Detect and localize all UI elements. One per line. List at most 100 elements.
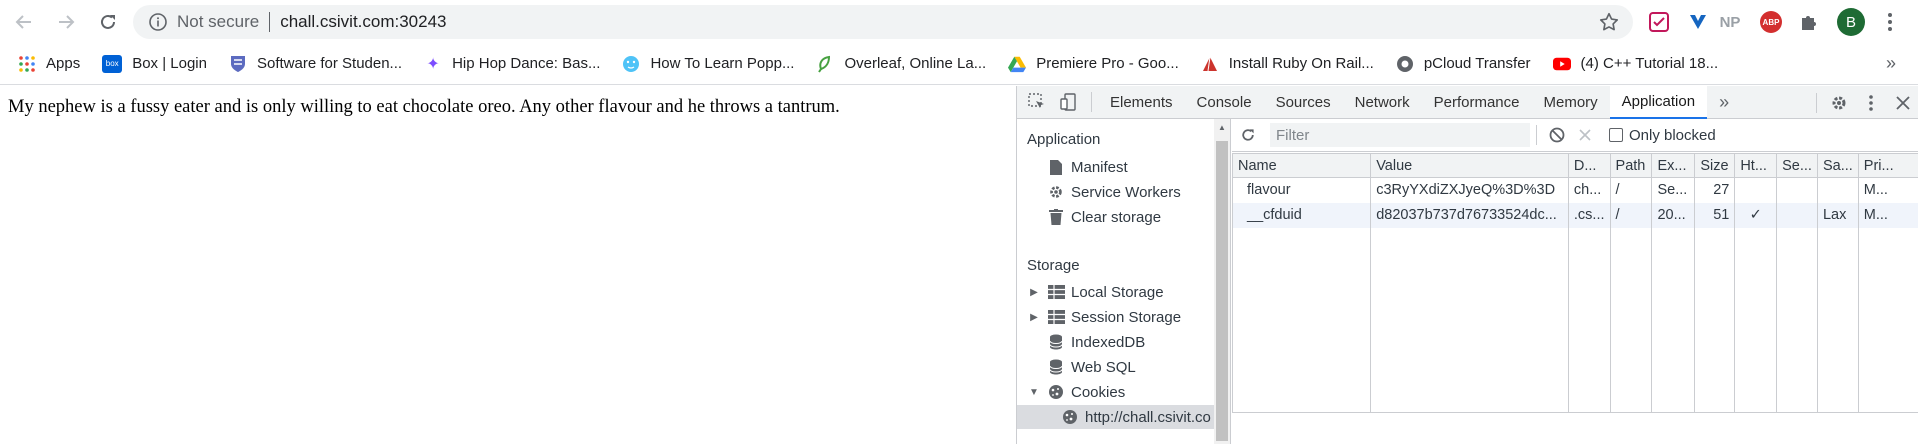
caret-down-icon[interactable]: ▼	[1027, 387, 1041, 398]
cookie-secure[interactable]	[1776, 177, 1818, 203]
address-bar[interactable]: Not secure chall.csivit.com:30243	[133, 5, 1633, 39]
bookmark-apps[interactable]: Apps	[0, 49, 90, 79]
cookie-secure[interactable]	[1776, 202, 1818, 228]
sidebar-item-service-workers[interactable]: Service Workers	[1017, 180, 1215, 204]
bookmark-hiphop[interactable]: ✦ Hip Hop Dance: Bas...	[412, 49, 610, 79]
tab-divider	[1091, 92, 1092, 112]
bookmark-label: Software for Studen...	[256, 55, 403, 72]
page-viewport: My nephew is a fussy eater and is only w…	[0, 86, 1016, 444]
sidebar-item-label: Cookies	[1071, 383, 1126, 401]
sidebar-item-cookies[interactable]: ▼ Cookies	[1017, 380, 1215, 404]
inspect-element-button[interactable]	[1021, 86, 1053, 119]
column-header-value[interactable]: Value	[1370, 153, 1569, 178]
reload-button[interactable]	[88, 2, 128, 42]
bookmark-box[interactable]: box Box | Login	[90, 49, 217, 79]
bookmark-ruby[interactable]: Install Ruby On Rail...	[1189, 49, 1384, 79]
cookie-value[interactable]: d82037b737d76733524dc...	[1370, 202, 1569, 228]
extension-todo-button[interactable]	[1644, 7, 1674, 37]
cookie-priority[interactable]: M...	[1857, 177, 1918, 203]
forward-button[interactable]	[46, 2, 86, 42]
table-row[interactable]: flavour c3RyYXdiZXJyeQ%3D%3D ch... / Se.…	[1231, 177, 1918, 203]
scroll-up-arrow-icon[interactable]: ▲	[1218, 123, 1226, 132]
tab-performance[interactable]: Performance	[1422, 86, 1532, 119]
back-button[interactable]	[4, 2, 44, 42]
cookie-httponly[interactable]: ✓	[1734, 202, 1778, 228]
clear-all-cookies-button[interactable]	[1543, 121, 1571, 149]
bookmarks-overflow-chevron-icon[interactable]: »	[1886, 53, 1896, 74]
device-toolbar-button[interactable]	[1053, 86, 1085, 119]
url-text[interactable]: chall.csivit.com:30243	[280, 12, 446, 32]
cookies-header-row: Name Value D... Path Ex... Size Ht... Se…	[1231, 153, 1918, 178]
info-icon[interactable]	[147, 11, 169, 33]
cookie-domain[interactable]: ch...	[1567, 177, 1611, 203]
settings-button[interactable]	[1823, 86, 1855, 119]
cookie-samesite[interactable]	[1816, 177, 1859, 203]
cookie-name[interactable]: flavour	[1231, 177, 1372, 203]
sidebar-item-indexeddb[interactable]: IndexedDB	[1017, 330, 1215, 354]
table-row[interactable]: __cfduid d82037b737d76733524dc... .cs...…	[1231, 202, 1918, 228]
sidebar-item-cookie-origin[interactable]: http://chall.csivit.co	[1017, 405, 1215, 429]
cookie-path[interactable]: /	[1609, 202, 1653, 228]
cookie-icon	[1047, 383, 1065, 401]
column-header-size[interactable]: Size	[1694, 153, 1736, 178]
sidebar-item-local-storage[interactable]: ▶ Local Storage	[1017, 280, 1215, 304]
cookie-domain[interactable]: .cs...	[1567, 202, 1611, 228]
page-message: My nephew is a fussy eater and is only w…	[8, 97, 840, 117]
bookmark-premiere[interactable]: Premiere Pro - Goo...	[996, 49, 1189, 79]
sidebar-item-web-sql[interactable]: Web SQL	[1017, 355, 1215, 379]
caret-right-icon[interactable]: ▶	[1027, 287, 1041, 298]
bookmark-popping[interactable]: How To Learn Popp...	[610, 49, 804, 79]
cookie-size[interactable]: 27	[1694, 177, 1736, 203]
tab-elements[interactable]: Elements	[1098, 86, 1185, 119]
column-header-samesite[interactable]: Sa...	[1816, 153, 1859, 178]
cookie-expires[interactable]: 20...	[1651, 202, 1696, 228]
tab-sources[interactable]: Sources	[1264, 86, 1343, 119]
column-header-httponly[interactable]: Ht...	[1734, 153, 1778, 178]
bookmark-overleaf[interactable]: Overleaf, Online La...	[804, 49, 996, 79]
only-blocked-checkbox[interactable]	[1609, 128, 1623, 142]
bookmark-youtube[interactable]: (4) C++ Tutorial 18...	[1541, 49, 1729, 79]
sidebar-scroll-thumb[interactable]	[1216, 141, 1228, 441]
bookmark-star-button[interactable]	[1597, 10, 1621, 34]
device-icon	[1060, 93, 1076, 111]
refresh-cookies-button[interactable]	[1234, 121, 1262, 149]
tab-network[interactable]: Network	[1343, 86, 1422, 119]
sidebar-item-clear-storage[interactable]: Clear storage	[1017, 205, 1215, 229]
profile-avatar[interactable]: B	[1837, 8, 1865, 36]
column-header-priority[interactable]: Pri...	[1857, 153, 1918, 178]
cookies-filter-input[interactable]	[1270, 123, 1530, 147]
column-header-name[interactable]: Name	[1231, 153, 1372, 178]
column-header-path[interactable]: Path	[1609, 153, 1653, 178]
cookie-expires[interactable]: Se...	[1651, 177, 1696, 203]
sidebar-item-label: Clear storage	[1071, 208, 1162, 226]
tab-memory[interactable]: Memory	[1532, 86, 1610, 119]
cookie-value[interactable]: c3RyYXdiZXJyeQ%3D%3D	[1370, 177, 1569, 203]
cookie-httponly[interactable]	[1734, 177, 1778, 203]
column-header-secure[interactable]: Se...	[1776, 153, 1818, 178]
sidebar-item-session-storage[interactable]: ▶ Session Storage	[1017, 305, 1215, 329]
cookie-name[interactable]: __cfduid	[1231, 202, 1372, 228]
cookie-priority[interactable]: M...	[1857, 202, 1918, 228]
close-devtools-button[interactable]	[1887, 86, 1918, 119]
extension-adblock-button[interactable]: ABP	[1756, 7, 1786, 37]
extensions-puzzle-button[interactable]	[1794, 7, 1824, 37]
browser-menu-button[interactable]	[1878, 8, 1902, 36]
sidebar-item-manifest[interactable]: Manifest	[1017, 155, 1215, 179]
extension-vpn-button[interactable]	[1683, 7, 1713, 37]
cookie-size[interactable]: 51	[1694, 202, 1736, 228]
bookmark-software[interactable]: Software for Studen...	[217, 49, 412, 79]
delete-selected-button[interactable]	[1571, 121, 1599, 149]
tab-application[interactable]: Application	[1609, 85, 1708, 119]
sidebar-scrollbar[interactable]: ▲	[1214, 119, 1230, 444]
sidebar-item-label: Session Storage	[1071, 308, 1182, 326]
caret-right-icon[interactable]: ▶	[1027, 312, 1041, 323]
customize-button[interactable]	[1855, 86, 1887, 119]
extension-np-button[interactable]: NP	[1715, 7, 1745, 37]
bookmark-pcloud[interactable]: pCloud Transfer	[1384, 49, 1541, 79]
tab-console[interactable]: Console	[1185, 86, 1264, 119]
column-header-expires[interactable]: Ex...	[1651, 153, 1696, 178]
more-tabs-chevron-icon[interactable]: »	[1707, 86, 1741, 119]
column-header-domain[interactable]: D...	[1567, 153, 1611, 178]
cookie-samesite[interactable]: Lax	[1816, 202, 1859, 228]
cookie-path[interactable]: /	[1609, 177, 1653, 203]
